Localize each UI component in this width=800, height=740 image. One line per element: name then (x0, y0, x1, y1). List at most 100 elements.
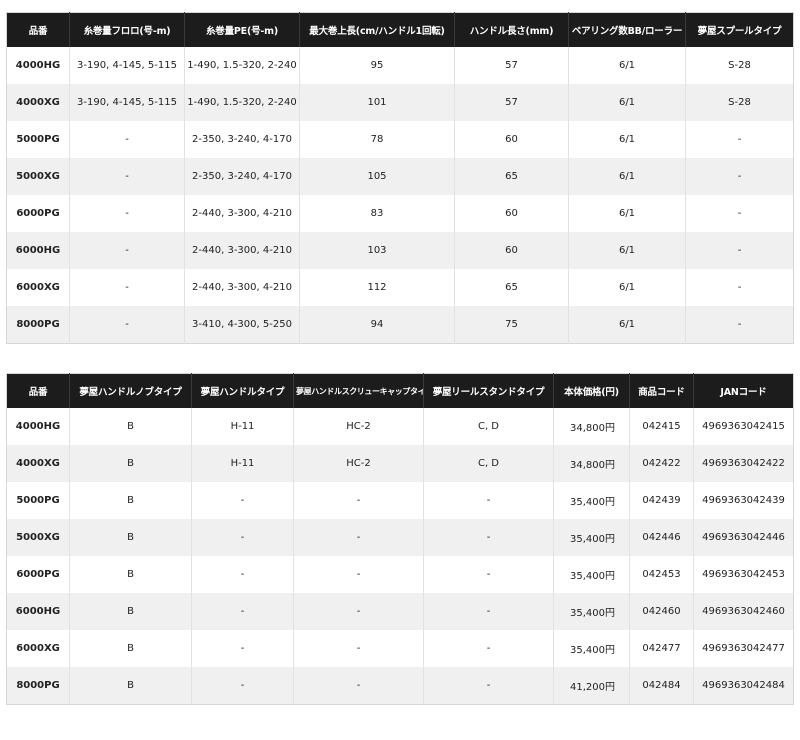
cell-handle-type: - (191, 482, 294, 519)
table-header-row: 品番 夢屋ハンドルノブタイプ 夢屋ハンドルタイプ 夢屋ハンドルスクリューキャップ… (6, 373, 794, 408)
cell-screw-cap-type: - (293, 593, 424, 630)
cell-screw-cap-type: - (293, 556, 424, 593)
cell-jan-code: 4969363042415 (693, 408, 794, 445)
cell-knob-type: B (69, 408, 192, 445)
cell-max-retrieve: 83 (299, 195, 455, 232)
cell-price: 35,400円 (553, 482, 630, 519)
cell-model: 4000XG (6, 445, 70, 482)
cell-model: 6000PG (6, 195, 70, 232)
header-bearings: ベアリング数BB/ローラー (568, 12, 686, 47)
header-screw-cap-type: 夢屋ハンドルスクリューキャップタイプ (293, 373, 424, 408)
cell-fluoro-capacity: - (69, 232, 185, 269)
header-max-retrieve: 最大巻上長(cm/ハンドル1回転) (299, 12, 455, 47)
header-spool-type: 夢屋スプールタイプ (685, 12, 794, 47)
cell-product-code: 042422 (629, 445, 694, 482)
cell-bearings: 6/1 (568, 232, 686, 269)
cell-model: 4000XG (6, 84, 70, 121)
cell-bearings: 6/1 (568, 121, 686, 158)
cell-stand-type: - (423, 519, 554, 556)
cell-stand-type: - (423, 667, 554, 705)
cell-product-code: 042484 (629, 667, 694, 705)
cell-price: 35,400円 (553, 519, 630, 556)
cell-bearings: 6/1 (568, 306, 686, 344)
cell-model: 4000HG (6, 408, 70, 445)
cell-price: 41,200円 (553, 667, 630, 705)
cell-max-retrieve: 94 (299, 306, 455, 344)
cell-model: 4000HG (6, 47, 70, 84)
cell-jan-code: 4969363042422 (693, 445, 794, 482)
table-row: 4000HG 3-190, 4-145, 5-115 1-490, 1.5-320,… (6, 47, 794, 84)
cell-fluoro-capacity: - (69, 195, 185, 232)
header-fluoro-capacity: 糸巻量フロロ(号-m) (69, 12, 185, 47)
table-row: 5000PG B - - -35,400円 042439 4969363042439 (6, 482, 794, 519)
table-row: 5000PG -2-350, 3-240, 4-170 78 60 6/1- (6, 121, 794, 158)
cell-handle-type: - (191, 593, 294, 630)
cell-bearings: 6/1 (568, 158, 686, 195)
cell-handle-type: - (191, 667, 294, 705)
cell-handle-length: 57 (454, 47, 569, 84)
cell-price: 34,800円 (553, 445, 630, 482)
cell-handle-type: H-11 (191, 408, 294, 445)
cell-stand-type: - (423, 630, 554, 667)
cell-model: 6000PG (6, 556, 70, 593)
header-handle-type: 夢屋ハンドルタイプ (191, 373, 294, 408)
cell-bearings: 6/1 (568, 84, 686, 121)
cell-product-code: 042415 (629, 408, 694, 445)
cell-model: 8000PG (6, 667, 70, 705)
cell-fluoro-capacity: 3-190, 4-145, 5-115 (69, 84, 185, 121)
header-model: 品番 (6, 12, 70, 47)
cell-max-retrieve: 105 (299, 158, 455, 195)
cell-jan-code: 4969363042460 (693, 593, 794, 630)
cell-model: 6000HG (6, 232, 70, 269)
cell-knob-type: B (69, 445, 192, 482)
table-row: 4000HG B H-11 HC-2 C, D 34,800円 042415 49693630… (6, 408, 794, 445)
header-knob-type: 夢屋ハンドルノブタイプ (69, 373, 192, 408)
cell-jan-code: 4969363042484 (693, 667, 794, 705)
cell-jan-code: 4969363042439 (693, 482, 794, 519)
cell-screw-cap-type: HC-2 (293, 445, 424, 482)
cell-knob-type: B (69, 630, 192, 667)
cell-pe-capacity: 2-350, 3-240, 4-170 (184, 121, 300, 158)
cell-handle-length: 75 (454, 306, 569, 344)
cell-screw-cap-type: HC-2 (293, 408, 424, 445)
cell-spool-type: - (685, 269, 794, 306)
table-row: 6000HG -2-440, 3-300, 4-210 103 60 6/1- (6, 232, 794, 269)
table-row: 6000XG B - - -35,400円 042477 4969363042477 (6, 630, 794, 667)
cell-model: 5000XG (6, 158, 70, 195)
table-row: 5000XG B - - -35,400円 042446 4969363042446 (6, 519, 794, 556)
cell-knob-type: B (69, 482, 192, 519)
table-row: 4000XG B H-11 HC-2 C, D 34,800円 042422 49693630… (6, 445, 794, 482)
cell-model: 5000PG (6, 121, 70, 158)
cell-handle-length: 65 (454, 269, 569, 306)
cell-handle-length: 60 (454, 195, 569, 232)
cell-pe-capacity: 1-490, 1.5-320, 2-240 (184, 84, 300, 121)
header-handle-length: ハンドル長さ(mm) (454, 12, 569, 47)
cell-knob-type: B (69, 556, 192, 593)
cell-stand-type: - (423, 482, 554, 519)
cell-stand-type: C, D (423, 445, 554, 482)
cell-handle-length: 65 (454, 158, 569, 195)
cell-handle-length: 60 (454, 232, 569, 269)
cell-handle-type: - (191, 519, 294, 556)
cell-product-code: 042460 (629, 593, 694, 630)
cell-bearings: 6/1 (568, 195, 686, 232)
cell-spool-type: - (685, 306, 794, 344)
cell-price: 34,800円 (553, 408, 630, 445)
cell-pe-capacity: 2-440, 3-300, 4-210 (184, 269, 300, 306)
header-stand-type: 夢屋リールスタンドタイプ (423, 373, 554, 408)
cell-max-retrieve: 112 (299, 269, 455, 306)
cell-max-retrieve: 103 (299, 232, 455, 269)
cell-fluoro-capacity: - (69, 269, 185, 306)
cell-max-retrieve: 101 (299, 84, 455, 121)
cell-handle-length: 60 (454, 121, 569, 158)
cell-bearings: 6/1 (568, 47, 686, 84)
header-price: 本体価格(円) (553, 373, 630, 408)
cell-pe-capacity: 2-440, 3-300, 4-210 (184, 232, 300, 269)
cell-screw-cap-type: - (293, 630, 424, 667)
cell-screw-cap-type: - (293, 519, 424, 556)
cell-handle-length: 57 (454, 84, 569, 121)
cell-pe-capacity: 1-490, 1.5-320, 2-240 (184, 47, 300, 84)
cell-max-retrieve: 95 (299, 47, 455, 84)
cell-jan-code: 4969363042453 (693, 556, 794, 593)
table-row: 6000PG B - - -35,400円 042453 4969363042453 (6, 556, 794, 593)
